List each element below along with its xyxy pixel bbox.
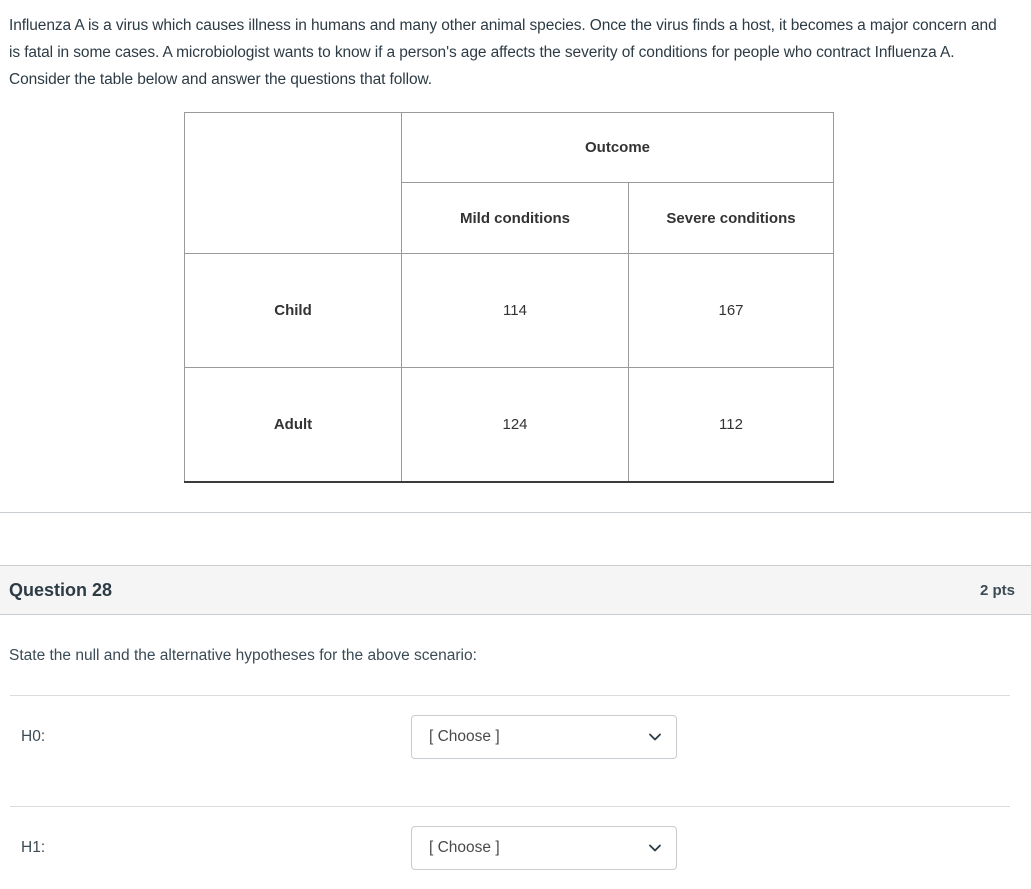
question-points-badge: 2 pts [979,581,1015,599]
dropdown-h0[interactable]: [ Choose ] [411,715,677,759]
question-header: Question 28 2 pts [0,565,1031,615]
table-cell-child-mild: 114 [401,253,629,368]
dropdown-h1-value: [ Choose ] [429,839,500,856]
table-row: Adult 124 112 [184,367,835,483]
table-row-label-adult: Adult [184,367,402,483]
dropdown-h0-container: [ Choose ] [411,715,677,759]
table-cell-adult-mild: 124 [401,367,629,483]
question-title: Question 28 [9,579,113,600]
table-column-header-severe: Severe conditions [627,182,835,254]
table-group-header-outcome: Outcome [400,112,835,183]
section-divider [0,512,1031,513]
contingency-table-container: Outcome Mild conditions Severe condition… [0,112,1031,483]
scenario-paragraph: Influenza A is a virus which causes illn… [9,17,997,88]
table-cell-adult-severe: 112 [627,367,835,483]
table-stub-blank-cell [184,112,402,254]
dropdown-h1[interactable]: [ Choose ] [411,826,677,870]
table-row-label-child: Child [184,253,402,368]
question-prompt: State the null and the alternative hypot… [9,647,477,664]
table-header-row-group: Outcome [184,112,835,254]
answer-row-h1: H1: [ Choose ] [0,807,1031,889]
table-cell-child-severe: 167 [627,253,835,368]
table-column-header-mild: Mild conditions [401,182,629,254]
answer-label-h1: H1: [21,839,46,856]
question-body: State the null and the alternative hypot… [0,616,1031,889]
answer-label-h0: H0: [21,728,46,745]
dropdown-h1-container: [ Choose ] [411,826,677,870]
contingency-table: Outcome Mild conditions Severe condition… [184,112,835,483]
answer-row-h0: H0: [ Choose ] [0,696,1031,778]
table-row: Child 114 167 [184,253,835,368]
dropdown-h0-value: [ Choose ] [429,728,500,745]
